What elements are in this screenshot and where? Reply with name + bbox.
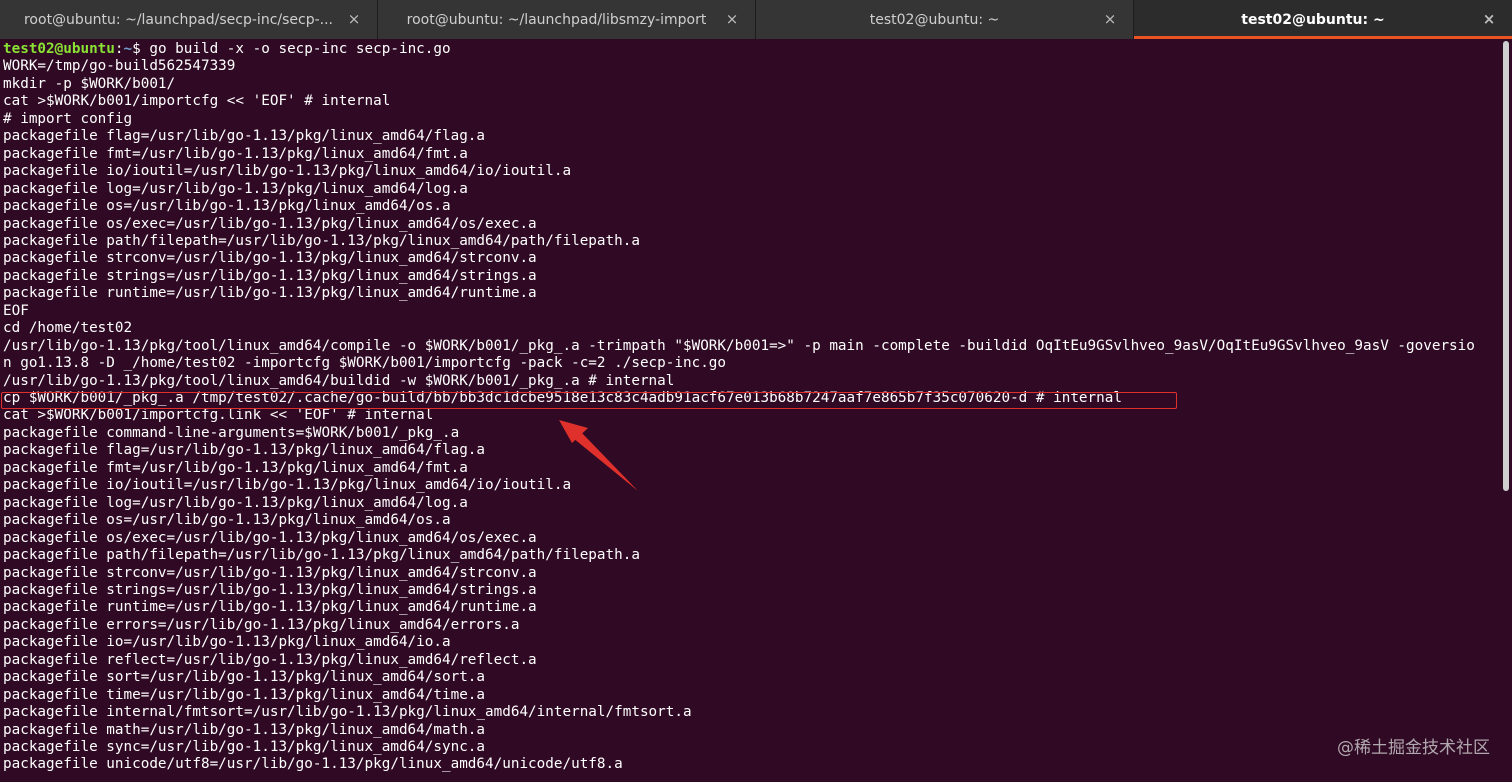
tab-title: root@ubuntu: ~/launchpad/secp-inc/secp-.… — [23, 11, 334, 28]
close-icon[interactable]: × — [345, 10, 363, 28]
tab-title: test02@ubuntu: ~ — [869, 11, 1000, 28]
tab-bar: root@ubuntu: ~/launchpad/secp-inc/secp-.… — [0, 0, 1512, 39]
tab-title: root@ubuntu: ~/launchpad/libsmzy-import — [406, 11, 707, 28]
arrow-shaft — [573, 431, 638, 491]
annotation-arrow-icon — [559, 420, 638, 491]
vertical-scrollbar[interactable] — [1500, 39, 1512, 782]
tab-root-secp-inc[interactable]: root@ubuntu: ~/launchpad/secp-inc/secp-.… — [0, 0, 378, 39]
tab-root-libsmzy-import[interactable]: root@ubuntu: ~/launchpad/libsmzy-import … — [378, 0, 756, 39]
close-icon[interactable]: × — [1101, 10, 1119, 28]
scrollbar-thumb[interactable] — [1503, 41, 1509, 491]
watermark: @稀土掘金技术社区 — [1337, 738, 1490, 758]
tab-test02-home[interactable]: test02@ubuntu: ~ × — [756, 0, 1134, 39]
close-icon[interactable]: × — [723, 10, 741, 28]
terminal-window: root@ubuntu: ~/launchpad/secp-inc/secp-.… — [0, 0, 1512, 782]
tab-test02-home-active[interactable]: test02@ubuntu: ~ × — [1134, 0, 1512, 39]
close-icon[interactable]: × — [1480, 10, 1498, 28]
terminal-output[interactable]: test02@ubuntu:~$ go build -x -o secp-inc… — [0, 39, 1500, 782]
tab-title: test02@ubuntu: ~ — [1241, 11, 1385, 28]
